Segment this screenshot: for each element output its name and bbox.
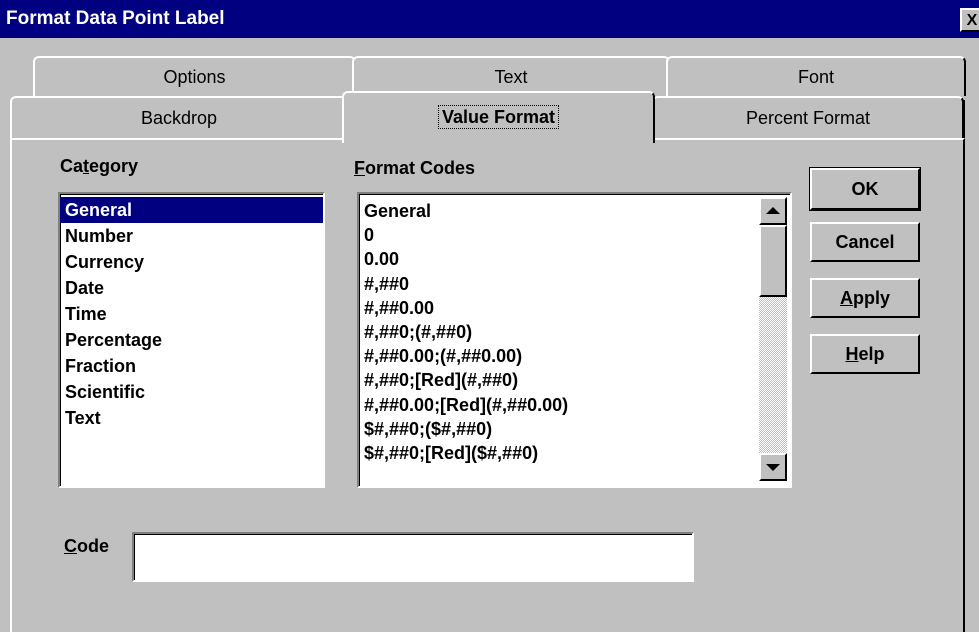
scroll-up-button[interactable]	[759, 197, 787, 225]
format-code-item[interactable]: 0.00	[359, 247, 790, 271]
arrow-down-icon	[766, 464, 780, 471]
format-code-item[interactable]: General	[359, 199, 790, 223]
code-label: Code	[64, 536, 110, 556]
tab-options[interactable]: Options	[33, 56, 356, 96]
format-code-item[interactable]: #,##0.00;(#,##0.00)	[359, 344, 790, 368]
category-item[interactable]: Time	[60, 301, 323, 327]
format-codes-list[interactable]: General 0 0.00 #,##0 #,##0.00 #,##0;(#,##0) #,…	[357, 192, 792, 488]
category-item[interactable]: Scientific	[60, 379, 323, 405]
tab-stack-edge	[963, 100, 979, 632]
ok-button-label: OK	[851, 179, 879, 199]
tab-backdrop-label: Backdrop	[140, 108, 218, 128]
category-item[interactable]: Number	[60, 223, 323, 249]
tab-text-label: Text	[494, 67, 528, 87]
format-code-item[interactable]: #,##0;[Red](#,##0)	[359, 368, 790, 392]
tab-percent-format[interactable]: Percent Format	[652, 96, 964, 138]
category-label: Category	[60, 156, 139, 176]
window-title: Format Data Point Label	[6, 8, 225, 29]
tab-backdrop[interactable]: Backdrop	[10, 96, 348, 138]
category-item[interactable]: Fraction	[60, 353, 323, 379]
code-input[interactable]	[132, 532, 694, 582]
format-code-item[interactable]: #,##0	[359, 272, 790, 296]
tab-font-label: Font	[797, 67, 835, 87]
tab-page: Category General Number Currency Date Time Pe…	[10, 138, 965, 632]
tab-percent-format-label: Percent Format	[745, 108, 871, 128]
arrow-up-icon	[766, 207, 780, 214]
format-code-item[interactable]: #,##0;(#,##0)	[359, 320, 790, 344]
ok-button[interactable]: OK	[809, 167, 921, 211]
tab-value-format[interactable]: Value Format	[342, 91, 655, 143]
help-button[interactable]: Help	[810, 334, 920, 374]
tab-options-label: Options	[163, 67, 226, 87]
cancel-button[interactable]: Cancel	[810, 222, 920, 262]
category-item[interactable]: Date	[60, 275, 323, 301]
category-list[interactable]: General Number Currency Date Time Percentage F…	[58, 192, 325, 488]
format-codes-label: Format Codes	[354, 158, 476, 178]
category-item[interactable]: Text	[60, 405, 323, 431]
scroll-down-button[interactable]	[759, 453, 787, 481]
scroll-thumb[interactable]	[759, 225, 787, 297]
close-icon: X	[966, 12, 978, 29]
apply-button[interactable]: Apply	[810, 278, 920, 318]
format-code-item[interactable]: #,##0.00	[359, 296, 790, 320]
category-item[interactable]: General	[60, 197, 323, 223]
category-item[interactable]: Currency	[60, 249, 323, 275]
close-button[interactable]: X	[960, 8, 979, 32]
format-code-item[interactable]: #,##0.00;[Red](#,##0.00)	[359, 393, 790, 417]
title-bar: Format Data Point Label X	[0, 0, 979, 38]
tab-value-format-label: Value Format	[437, 105, 560, 129]
format-code-item[interactable]: $#,##0;($#,##0)	[359, 417, 790, 441]
format-code-item[interactable]: $#,##0;[Red]($#,##0)	[359, 441, 790, 465]
tab-text[interactable]: Text	[352, 56, 670, 96]
category-item[interactable]: Percentage	[60, 327, 323, 353]
tab-font[interactable]: Font	[666, 56, 966, 96]
vertical-scrollbar[interactable]	[759, 197, 787, 481]
cancel-button-label: Cancel	[835, 232, 895, 252]
format-code-item[interactable]: 0	[359, 223, 790, 247]
